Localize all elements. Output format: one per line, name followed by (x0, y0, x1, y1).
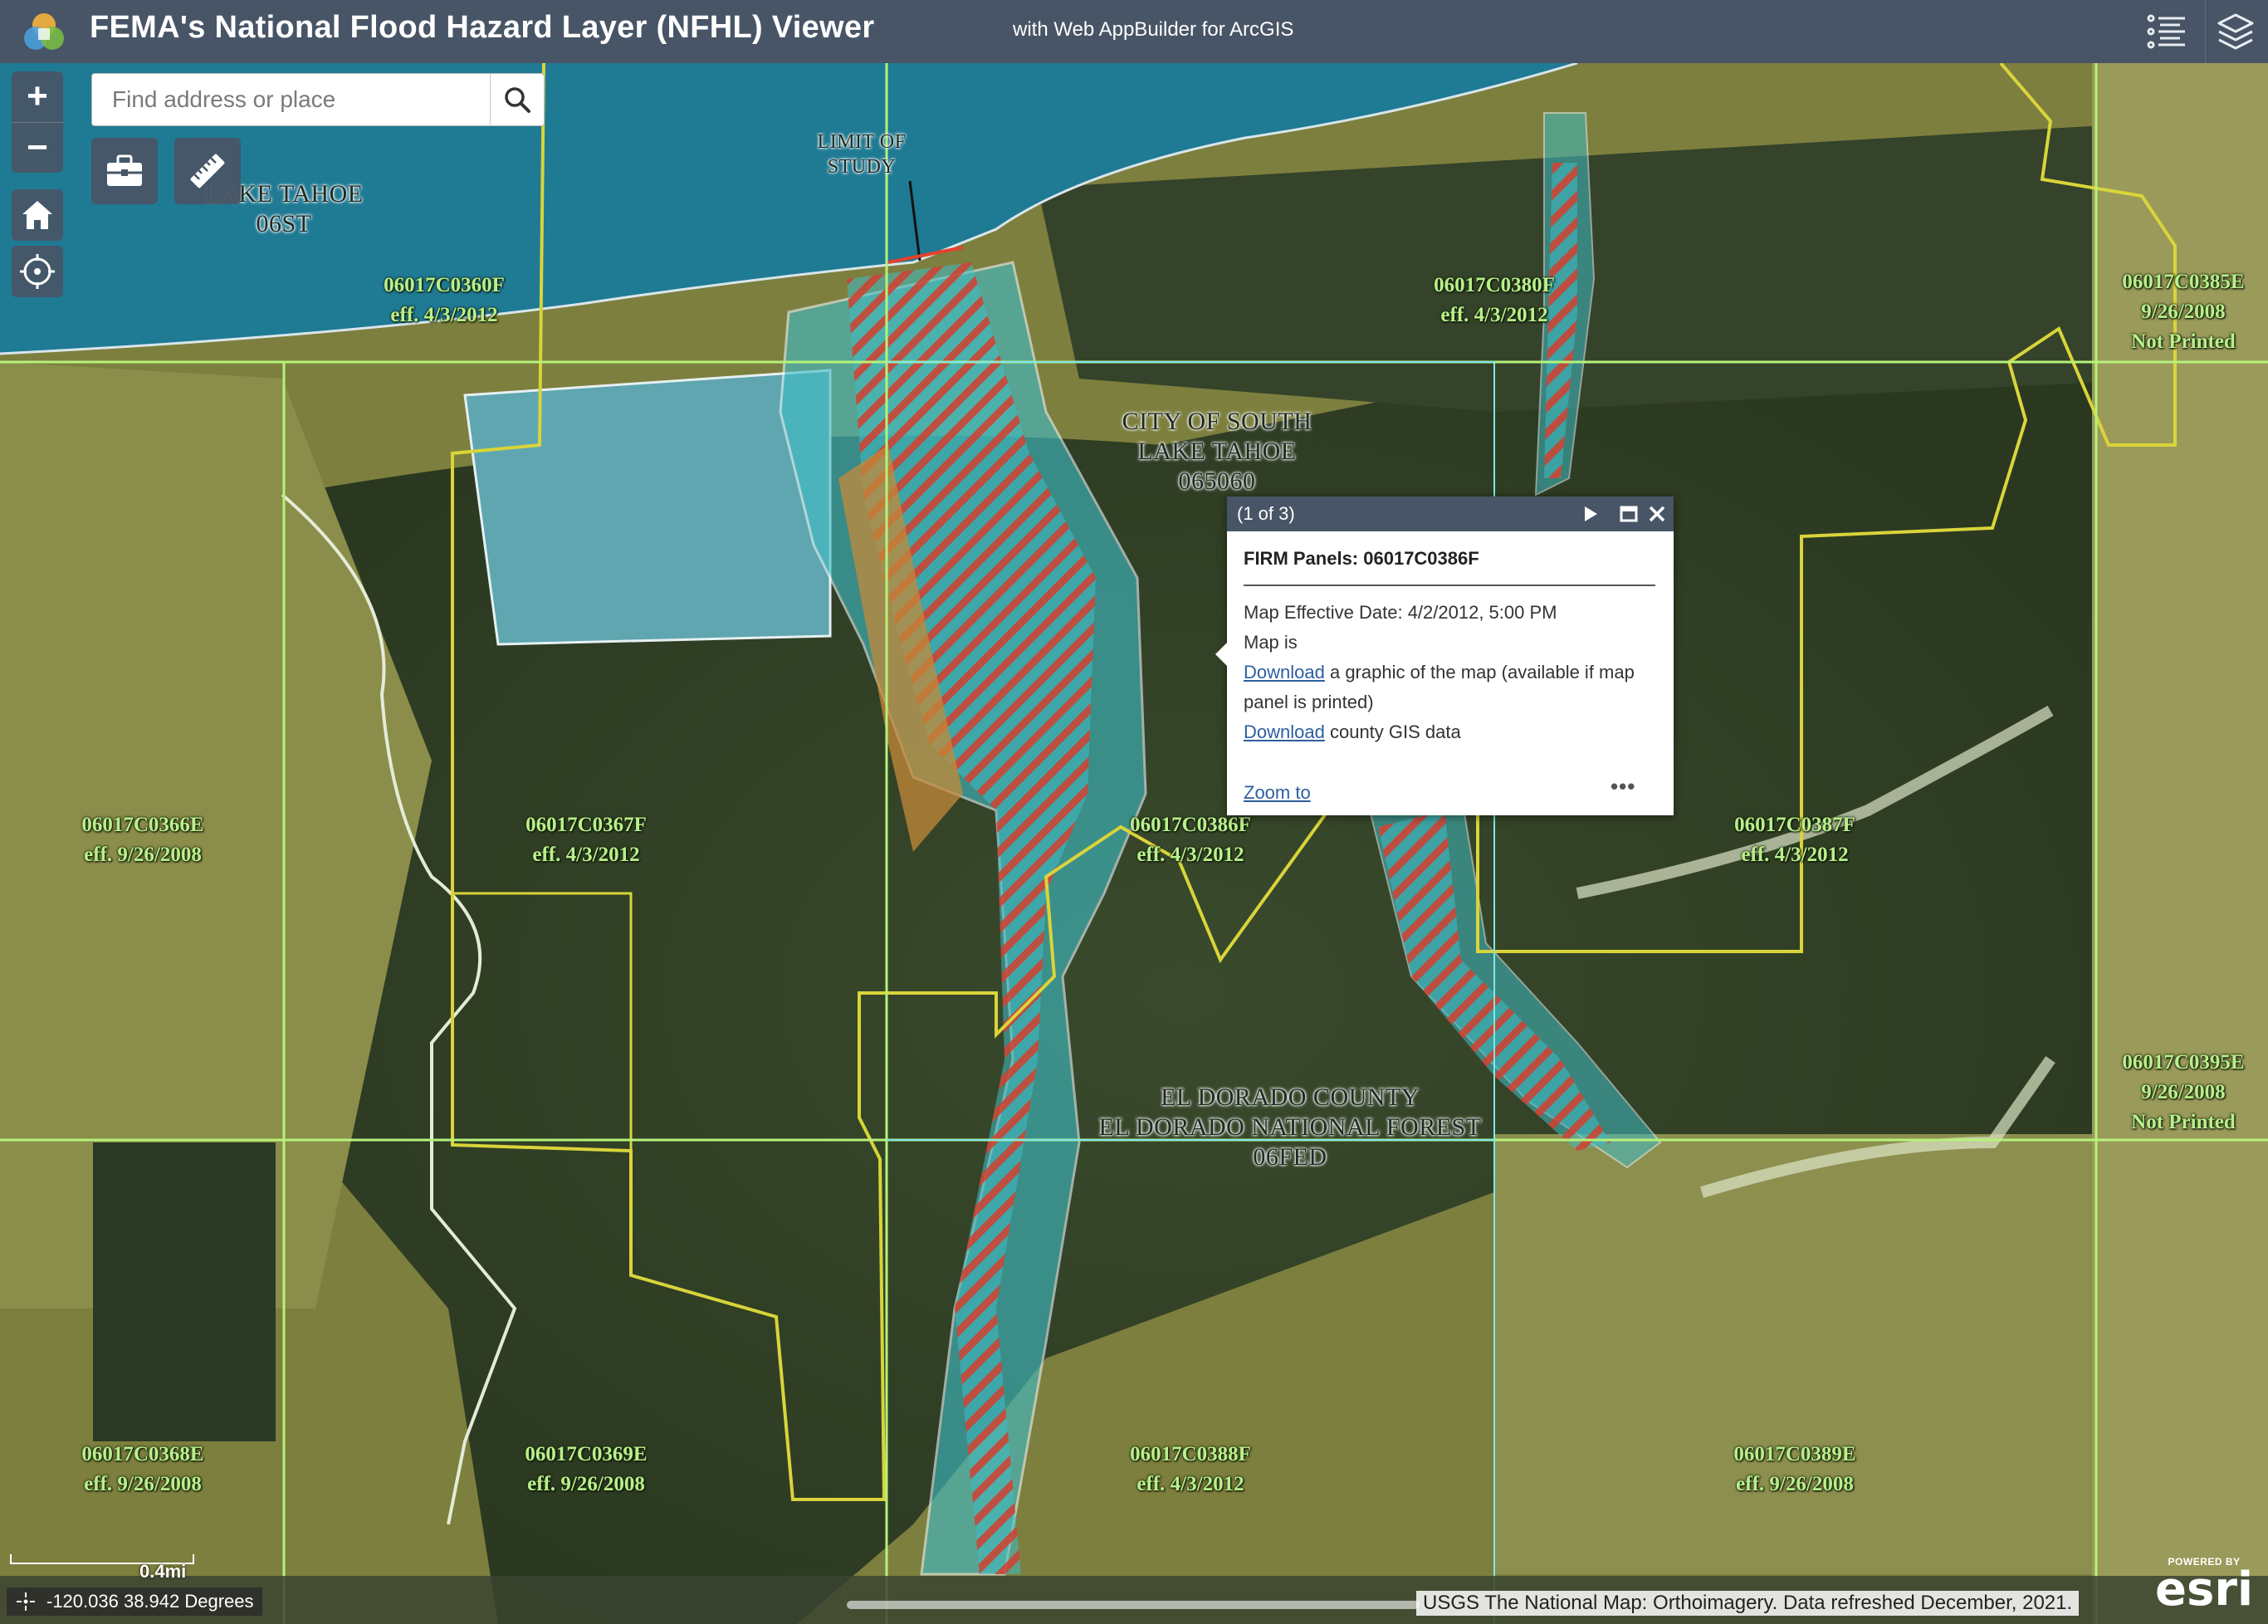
identify-popup: (1 of 3) FIRM Panels: 06017C0386F Map Ef… (1215, 496, 1674, 815)
esri-wordmark: esri (2155, 1563, 2254, 1617)
popup-close-button[interactable] (1645, 502, 1669, 526)
popup-body: Map Effective Date: 4/2/2012, 5:00 PM Ma… (1244, 598, 1659, 747)
panel-label-06017C0368E: 06017C0368E eff. 9/26/2008 (81, 1443, 204, 1495)
tan-hills-east (1494, 1134, 2092, 1574)
search-widget (91, 73, 545, 126)
popup-pointer (1215, 643, 1227, 666)
toolbox-button[interactable] (91, 138, 158, 204)
scalebar-label: 0.4mi (139, 1561, 187, 1582)
popup-next-button[interactable] (1579, 502, 1602, 526)
search-button[interactable] (490, 74, 544, 125)
download-gis-link[interactable]: Download (1244, 722, 1325, 742)
popup-gis-text: county GIS data (1329, 722, 1461, 742)
zoom-control: + − (12, 71, 63, 173)
crosshair-icon (17, 1592, 35, 1611)
play-next-icon (1585, 506, 1597, 521)
popup-maximize-button[interactable] (1617, 502, 1640, 526)
layers-icon (2217, 13, 2254, 50)
home-icon (22, 201, 52, 229)
toolbox-icon (107, 154, 142, 186)
coordinate-readout[interactable]: -120.036 38.942 Degrees (7, 1587, 262, 1616)
popup-gis-row: Download county GIS data (1244, 717, 1659, 747)
place-label-limit-of-study: LIMIT OF STUDY (817, 131, 907, 178)
map-attribution: USGS The National Map: Orthoimagery. Dat… (1416, 1591, 2080, 1616)
panel-label-06017C0367F: 06017C0367F eff. 4/3/2012 (525, 814, 647, 866)
legend-button[interactable] (2137, 0, 2197, 63)
home-button[interactable] (12, 189, 63, 241)
panel-label-06017C0360F: 06017C0360F eff. 4/3/2012 (384, 274, 505, 326)
panel-label-06017C0395E: 06017C0395E 9/26/2008 Not Printed (2122, 1051, 2245, 1133)
layer-list-button[interactable] (2205, 0, 2266, 63)
zoom-to-link[interactable]: Zoom to (1244, 782, 1311, 804)
map-view[interactable]: 06017C0360F eff. 4/3/2012 06017C0380F eff.… (0, 63, 2268, 1624)
popup-title: FIRM Panels: 06017C0386F (1244, 548, 1479, 569)
download-graphic-link[interactable]: Download (1244, 662, 1325, 682)
popup-titlebar: (1 of 3) (1227, 496, 1674, 531)
home-indicator-bar (847, 1601, 1420, 1609)
my-location-button[interactable] (12, 246, 63, 297)
esri-logo[interactable]: POWERED BY esri (2155, 1556, 2254, 1617)
measurement-button[interactable] (174, 138, 241, 204)
panel-label-06017C0369E: 06017C0369E eff. 9/26/2008 (525, 1443, 648, 1495)
tahoe-keys-marina (463, 369, 832, 646)
popup-feature-count: (1 of 3) (1237, 503, 1295, 524)
search-input[interactable] (92, 74, 489, 125)
zoom-out-button[interactable]: − (12, 122, 63, 173)
place-label-el-dorado: EL DORADO COUNTY EL DORADO NATIONAL FORES… (1098, 1083, 1482, 1171)
coordinate-text: -120.036 38.942 Degrees (46, 1591, 254, 1612)
dark-forest-block (93, 1142, 276, 1441)
popup-more-menu[interactable]: ••• (1611, 774, 1635, 800)
zoom-in-button[interactable]: + (12, 71, 63, 121)
app-title: FEMA's National Flood Hazard Layer (NFHL… (90, 10, 875, 45)
legend-list-icon (2147, 14, 2185, 49)
panel-label-06017C0389E: 06017C0389E eff. 9/26/2008 (1733, 1443, 1856, 1495)
maximize-icon (1620, 506, 1638, 522)
locate-icon (20, 254, 55, 289)
panel-label-06017C0388F: 06017C0388F eff. 4/3/2012 (1130, 1443, 1251, 1495)
panel-label-06017C0385E: 06017C0385E 9/26/2008 Not Printed (2122, 271, 2245, 353)
app-logo-icon (24, 13, 64, 50)
app-subtitle: with Web AppBuilder for ArcGIS (1013, 18, 1294, 41)
search-icon (505, 87, 530, 113)
panel-label-06017C0387F: 06017C0387F eff. 4/3/2012 (1734, 814, 1855, 866)
popup-graphic-row: Download a graphic of the map (available… (1244, 658, 1659, 717)
app-header: FEMA's National Flood Hazard Layer (NFHL… (0, 0, 2268, 63)
popup-divider (1244, 585, 1655, 586)
place-label-south-lake-tahoe: CITY OF SOUTH LAKE TAHOE 065060 (1122, 408, 1312, 495)
panel-label-06017C0386F: 06017C0386F eff. 4/3/2012 (1130, 814, 1251, 866)
close-icon (1649, 506, 1665, 522)
popup-effective-date: Map Effective Date: 4/2/2012, 5:00 PM (1244, 602, 1557, 623)
panel-label-06017C0380F: 06017C0380F eff. 4/3/2012 (1434, 274, 1555, 326)
ruler-icon (190, 154, 225, 188)
popup-map-is: Map is (1244, 632, 1298, 653)
panel-label-06017C0366E: 06017C0366E eff. 9/26/2008 (81, 814, 204, 866)
